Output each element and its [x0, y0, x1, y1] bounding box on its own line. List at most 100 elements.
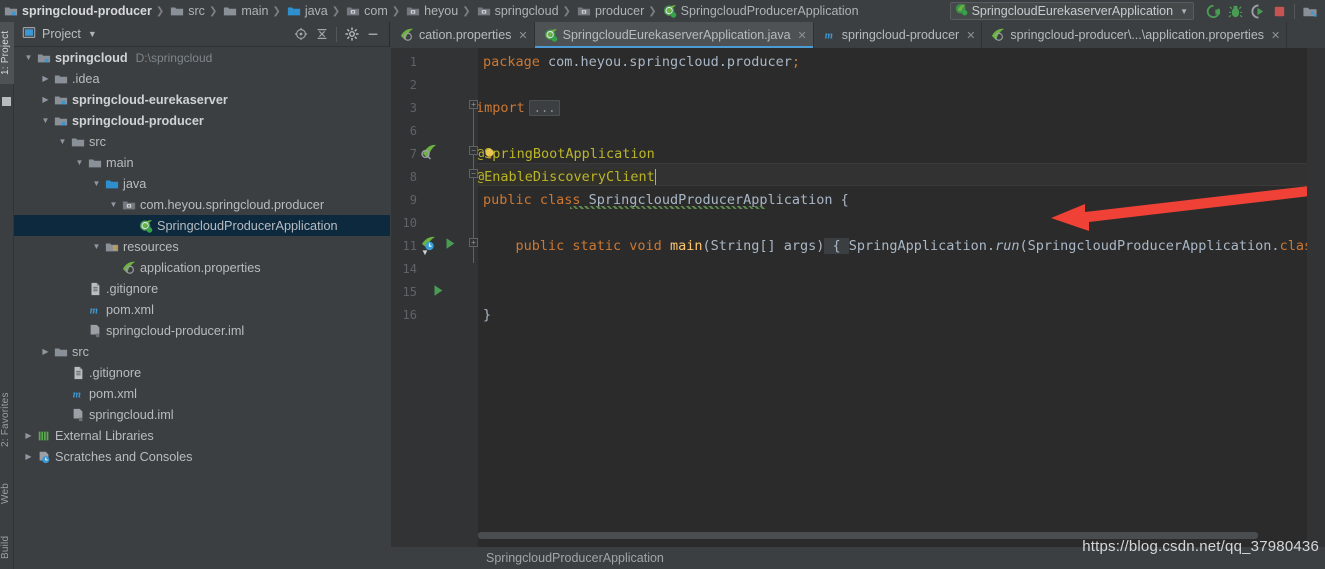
breadcrumb-item-src[interactable]: src [166, 0, 207, 22]
fold-expand-import-icon[interactable]: + [469, 100, 478, 109]
breadcrumb-item-java[interactable]: java [283, 0, 330, 22]
collapse-all-icon[interactable] [311, 24, 332, 44]
code-line-3: import... [478, 96, 561, 119]
fold-expand-method-icon[interactable]: + [469, 238, 478, 247]
fold-collapse-icon-1[interactable]: − [469, 146, 478, 155]
chevron-down-icon[interactable]: ▼ [39, 116, 52, 125]
chevron-right-icon[interactable]: ▶ [39, 95, 52, 104]
project-panel-actions [290, 24, 383, 44]
close-icon[interactable]: ✕ [1271, 29, 1280, 42]
svg-text:m: m [825, 31, 833, 42]
tree-node-pom-xml[interactable]: m pom.xml [14, 383, 390, 404]
breadcrumb-item-springcloud[interactable]: springcloud [473, 0, 561, 22]
chevron-down-icon[interactable]: ▼ [107, 200, 120, 209]
spring-bean-gutter-icon[interactable] [421, 144, 437, 165]
tree-node-springcloud-producer[interactable]: ▼ springcloud-producer [14, 110, 390, 131]
tree-node-label: resources [123, 239, 179, 254]
tree-node--idea[interactable]: ▶ .idea [14, 68, 390, 89]
tree-node-springcloudproducerapplication[interactable]: SpringcloudProducerApplication [14, 215, 390, 236]
fold-collapse-icon-2[interactable]: − [469, 169, 478, 178]
chevron-right-icon[interactable]: ▶ [22, 452, 35, 461]
line-number: 9 [391, 188, 478, 211]
breadcrumb-label: springcloud-producer [22, 4, 152, 18]
tree-node-main[interactable]: ▼ main [14, 152, 390, 173]
breadcrumb-item-producer[interactable]: producer [573, 0, 646, 22]
breadcrumb-item-com[interactable]: com [342, 0, 390, 22]
tree-node-path: D:\springcloud [135, 50, 213, 65]
debug-icon[interactable] [1224, 1, 1246, 21]
tree-node-src[interactable]: ▼ src [14, 131, 390, 152]
tree-node-resources[interactable]: ▼ resources [14, 236, 390, 257]
tree-node-springcloud-eurekaserver[interactable]: ▶ springcloud-eurekaserver [14, 89, 390, 110]
gutter-dropdown-arrow-icon[interactable]: ▼ [421, 248, 429, 257]
tree-node-pom-xml[interactable]: m pom.xml [14, 299, 390, 320]
project-window-icon [22, 26, 36, 42]
chevron-down-icon[interactable]: ▼ [90, 179, 103, 188]
hide-icon[interactable] [362, 24, 383, 44]
editor-marker-bar[interactable] [1307, 48, 1325, 547]
project-tree[interactable]: ▼ springcloud D:\springcloud ▶ .idea ▶ springc… [14, 47, 390, 569]
tree-node-label: SpringcloudProducerApplication [157, 218, 338, 233]
editor-tab-cation-properties[interactable]: cation.properties ✕ [391, 22, 535, 48]
stop-icon[interactable] [1268, 1, 1290, 21]
close-icon[interactable]: ✕ [966, 29, 975, 42]
chevron-right-icon[interactable]: ▶ [39, 347, 52, 356]
chevron-right-icon[interactable]: ▶ [39, 74, 52, 83]
project-structure-icon[interactable] [1299, 1, 1321, 21]
tree-node-springcloud[interactable]: ▼ springcloud D:\springcloud [14, 47, 390, 68]
tree-node-label: .gitignore [89, 365, 142, 380]
sidebar-item-favorites[interactable]: 2: Favorites [0, 380, 14, 460]
editor-tab-springcloud-producer[interactable]: m springcloud-producer ✕ [814, 22, 983, 48]
run-icon[interactable] [1202, 1, 1224, 21]
chevron-down-icon[interactable]: ▼ [56, 137, 69, 146]
intention-bulb-icon[interactable] [483, 147, 496, 165]
tree-node-springcloud-iml[interactable]: springcloud.iml [14, 404, 390, 425]
sidebar-item-project[interactable]: 1: Project [0, 22, 14, 84]
chevron-down-icon[interactable]: ▼ [1180, 7, 1188, 16]
intellij-idea-window: springcloud-producer ❯ src ❯ main ❯ java ❯ com ❯ h… [0, 0, 1325, 569]
run-with-coverage-icon[interactable] [1246, 1, 1268, 21]
line-number-value: 16 [402, 307, 417, 322]
locate-icon[interactable] [290, 24, 311, 44]
module-icon [52, 114, 69, 128]
breadcrumb-item-main[interactable]: main [219, 0, 270, 22]
run-main-gutter-icon[interactable] [443, 236, 457, 256]
chevron-down-icon[interactable]: ▼ [88, 29, 97, 39]
editor-tab-springcloudeurekaserverapplication-java[interactable]: SpringcloudEurekaserverApplication.java ✕ [534, 22, 814, 48]
tree-node-scratches-and-consoles[interactable]: ▶ Scratches and Consoles [14, 446, 390, 467]
code-text-area[interactable]: package com.heyou.springcloud.producer; … [478, 48, 1307, 547]
breadcrumb-item-heyou[interactable]: heyou [402, 0, 460, 22]
close-icon[interactable]: ✕ [518, 29, 527, 42]
close-icon[interactable]: ✕ [798, 29, 807, 42]
breadcrumb-item-springcloud-producer[interactable]: springcloud-producer [0, 0, 154, 22]
breadcrumb-item-springcloudproducerapplication[interactable]: SpringcloudProducerApplication [659, 0, 861, 22]
folded-import-placeholder[interactable]: ... [528, 99, 561, 116]
tree-node-com-heyou-springcloud-producer[interactable]: ▼ com.heyou.springcloud.producer [14, 194, 390, 215]
sidebar-item-web[interactable]: Web [0, 474, 14, 514]
breadcrumb-label: producer [594, 4, 645, 18]
breadcrumb: springcloud-producer ❯ src ❯ main ❯ java ❯ com ❯ h… [0, 0, 861, 22]
breadcrumb-label: heyou [424, 4, 459, 18]
tree-node-external-libraries[interactable]: ▶ External Libraries [14, 425, 390, 446]
chevron-down-icon[interactable]: ▼ [90, 242, 103, 251]
tree-node-application-properties[interactable]: application.properties [14, 257, 390, 278]
tree-node-springcloud-producer-iml[interactable]: springcloud-producer.iml [14, 320, 390, 341]
chevron-down-icon[interactable]: ▼ [73, 158, 86, 167]
tree-node-src[interactable]: ▶ src [14, 341, 390, 362]
tree-node-java[interactable]: ▼ java [14, 173, 390, 194]
editor-tab-springcloud-producer-application-properties[interactable]: springcloud-producer\...\application.pro… [982, 22, 1288, 48]
run-method-gutter-icon[interactable] [431, 283, 445, 303]
project-panel-title: Project [42, 27, 81, 41]
chevron-right-icon[interactable]: ▶ [22, 431, 35, 440]
line-number-value: 9 [409, 192, 417, 207]
editor-gutter[interactable]: 1 2 3 6 7 8 9 10 11 14 15 16 ▼ [391, 48, 478, 547]
sidebar-item-build[interactable]: Build [0, 527, 14, 567]
class-name-squiggle [570, 206, 765, 209]
tree-node--gitignore[interactable]: .gitignore [14, 362, 390, 383]
code-editor[interactable]: 1 2 3 6 7 8 9 10 11 14 15 16 ▼ + − − + p… [391, 48, 1325, 547]
chevron-down-icon[interactable]: ▼ [22, 53, 35, 62]
tree-node--gitignore[interactable]: .gitignore [14, 278, 390, 299]
run-configuration-selector[interactable]: SpringcloudEurekaserverApplication ▼ [949, 2, 1194, 20]
svg-text:m: m [72, 389, 80, 400]
settings-gear-icon[interactable] [341, 24, 362, 44]
